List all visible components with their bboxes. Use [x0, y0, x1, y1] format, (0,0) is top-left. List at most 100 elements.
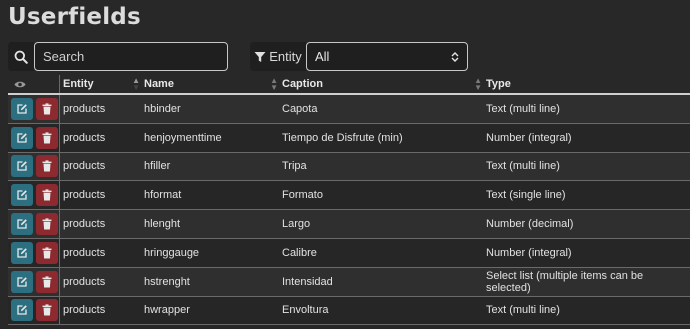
- edit-icon: [16, 160, 28, 172]
- edit-button[interactable]: [11, 299, 33, 322]
- column-header-name[interactable]: Name ▲ ▼: [144, 75, 282, 93]
- edit-icon: [16, 132, 28, 144]
- cell-caption: Capota: [282, 102, 318, 115]
- entity-select[interactable]: All: [306, 42, 468, 71]
- cell-name: hformat: [144, 189, 182, 202]
- edit-icon: [16, 189, 28, 201]
- edit-button[interactable]: [11, 155, 33, 178]
- edit-button[interactable]: [11, 97, 33, 120]
- cell-caption: Tripa: [282, 160, 307, 173]
- cell-type: Text (multi line): [486, 102, 560, 115]
- entity-filter-text: Entity: [269, 49, 302, 64]
- table-row: products hstrenght Intensidad Select lis…: [8, 267, 690, 297]
- search-group: [8, 42, 228, 71]
- column-header-entity[interactable]: Entity ▲ ▼: [60, 75, 144, 93]
- trash-icon: [42, 160, 52, 172]
- table-body: products hbinder Capota Text (multi line…: [8, 95, 690, 326]
- table-row: products hfiller Tripa Text (multi line): [8, 152, 690, 182]
- cell-name: hwrapper: [144, 304, 190, 317]
- table-row: products hformat Formato Text (single li…: [8, 181, 690, 211]
- delete-button[interactable]: [36, 241, 58, 264]
- filter-icon: [254, 51, 266, 63]
- table-header: Entity ▲ ▼ Name ▲ ▼ Caption ▲ ▼ Type: [8, 75, 690, 95]
- edit-button[interactable]: [11, 126, 33, 149]
- table-row: products hringgauge Calibre Number (inte…: [8, 238, 690, 268]
- delete-button[interactable]: [36, 97, 58, 120]
- cell-name: hringgauge: [144, 246, 200, 259]
- cell-entity: products: [63, 275, 106, 288]
- trash-icon: [42, 304, 52, 316]
- edit-button[interactable]: [11, 213, 33, 236]
- table-row: products hbinder Capota Text (multi line…: [8, 95, 690, 124]
- cell-type: Text (single line): [486, 189, 566, 202]
- row-actions: [8, 238, 60, 267]
- cell-type: Select list (multiple items can be selec…: [486, 269, 644, 294]
- cell-entity: products: [63, 218, 106, 231]
- cell-name: hstrenght: [144, 275, 190, 288]
- table-row: products henjoymenttime Tiempo de Disfru…: [8, 123, 690, 153]
- entity-filter: Entity All: [250, 42, 468, 71]
- cell-entity: products: [63, 131, 106, 144]
- column-header-caption-label: Caption: [282, 78, 323, 90]
- column-header-type[interactable]: Type: [486, 75, 690, 93]
- cell-entity: products: [63, 102, 106, 115]
- edit-icon: [16, 218, 28, 230]
- delete-button[interactable]: [36, 213, 58, 236]
- search-icon: [8, 42, 34, 71]
- cell-type: Number (integral): [486, 246, 572, 259]
- cell-caption: Tiempo de Disfrute (min): [282, 131, 403, 144]
- column-visibility-toggle[interactable]: [8, 75, 60, 93]
- table-row: products hwrapper Envoltura Text (multi …: [8, 296, 690, 326]
- edit-icon: [16, 103, 28, 115]
- cell-caption: Intensidad: [282, 275, 333, 288]
- row-actions: [8, 210, 60, 238]
- edit-button[interactable]: [11, 270, 33, 293]
- row-actions: [8, 296, 60, 325]
- edit-icon: [16, 304, 28, 316]
- edit-icon: [16, 247, 28, 259]
- delete-button[interactable]: [36, 270, 58, 293]
- entity-select-value: All: [315, 49, 330, 64]
- delete-button[interactable]: [36, 299, 58, 322]
- sort-icon[interactable]: ▲ ▼: [474, 77, 482, 92]
- column-header-caption[interactable]: Caption ▲ ▼: [282, 75, 486, 93]
- userfields-table: Entity ▲ ▼ Name ▲ ▼ Caption ▲ ▼ Type pro…: [8, 75, 690, 326]
- edit-button[interactable]: [11, 184, 33, 207]
- trash-icon: [42, 247, 52, 259]
- row-actions: [8, 181, 60, 210]
- row-actions: [8, 267, 60, 296]
- table-row: products hlenght Largo Number (decimal): [8, 210, 690, 239]
- delete-button[interactable]: [36, 126, 58, 149]
- select-arrows-icon: [451, 51, 459, 62]
- eye-icon[interactable]: [11, 80, 26, 89]
- cell-name: hfiller: [144, 160, 171, 173]
- row-actions: [8, 123, 60, 152]
- cell-caption: Envoltura: [282, 304, 329, 317]
- column-header-type-label: Type: [486, 78, 511, 90]
- trash-icon: [42, 103, 52, 115]
- delete-button[interactable]: [36, 155, 58, 178]
- sort-icon[interactable]: ▲ ▼: [270, 77, 278, 92]
- cell-type: Text (multi line): [486, 160, 560, 173]
- row-actions: [8, 95, 60, 123]
- search-input[interactable]: [34, 42, 228, 71]
- cell-entity: products: [63, 160, 106, 173]
- row-actions: [8, 152, 60, 181]
- trash-icon: [42, 218, 52, 230]
- trash-icon: [42, 276, 52, 288]
- edit-button[interactable]: [11, 241, 33, 264]
- cell-name: henjoymenttime: [144, 131, 222, 144]
- column-header-name-label: Name: [144, 78, 174, 90]
- cell-name: hbinder: [144, 102, 181, 115]
- delete-button[interactable]: [36, 184, 58, 207]
- sort-asc-icon[interactable]: ▲ ▼: [132, 77, 140, 92]
- edit-icon: [16, 276, 28, 288]
- cell-caption: Formato: [282, 189, 323, 202]
- cell-entity: products: [63, 246, 106, 259]
- cell-caption: Calibre: [282, 246, 317, 259]
- column-header-entity-label: Entity: [63, 78, 94, 90]
- cell-entity: products: [63, 189, 106, 202]
- page-title: Userfields: [8, 4, 141, 30]
- cell-entity: products: [63, 304, 106, 317]
- cell-type: Text (multi line): [486, 304, 560, 317]
